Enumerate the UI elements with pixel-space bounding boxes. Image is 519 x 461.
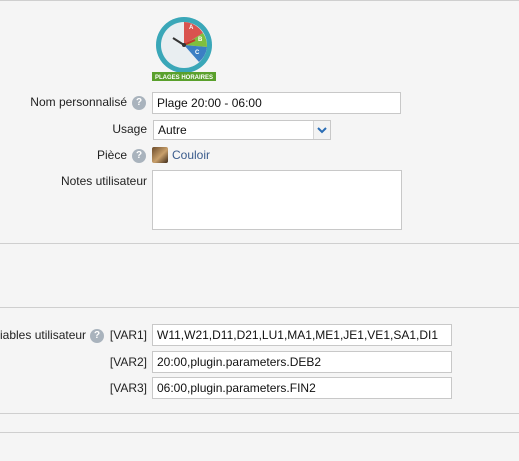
- usage-label: Usage: [112, 122, 147, 136]
- svg-text:A: A: [189, 25, 194, 31]
- chevron-down-icon[interactable]: [313, 121, 330, 139]
- usage-select[interactable]: Autre: [153, 120, 331, 140]
- usage-selected-value: Autre: [158, 123, 187, 137]
- svg-text:C: C: [195, 50, 200, 56]
- room-label: Pièce: [96, 148, 127, 162]
- variables-help-icon[interactable]: ?: [90, 329, 104, 343]
- custom-name-input[interactable]: Plage 20:00 - 06:00: [152, 92, 401, 114]
- var2-input[interactable]: 20:00,plugin.parameters.DEB2: [152, 351, 452, 373]
- var1-key: [VAR1]: [109, 328, 147, 342]
- room-link[interactable]: Couloir: [172, 148, 210, 162]
- notes-label: Notes utilisateur: [60, 174, 147, 188]
- plugin-logo: A B C PLAGES HORAIRES: [151, 16, 217, 82]
- var3-key: [VAR3]: [109, 381, 147, 395]
- top-divider: [0, 0, 519, 1]
- svg-text:PLAGES HORAIRES: PLAGES HORAIRES: [155, 75, 213, 81]
- section-divider-1: [0, 243, 519, 244]
- notes-textarea[interactable]: [152, 170, 402, 230]
- section-divider-2: [0, 307, 519, 308]
- user-variables-label: iables utilisateur: [0, 328, 87, 342]
- room-help-icon[interactable]: ?: [132, 149, 146, 163]
- section-divider-3: [0, 413, 519, 414]
- custom-name-help-icon[interactable]: ?: [132, 96, 146, 110]
- var1-input[interactable]: W11,W21,D11,D21,LU1,MA1,ME1,JE1,VE1,SA1,…: [152, 324, 452, 346]
- var2-key: [VAR2]: [109, 355, 147, 369]
- custom-name-label: Nom personnalisé: [30, 95, 127, 109]
- room-photo-icon: [152, 147, 168, 163]
- section-divider-4: [0, 432, 519, 433]
- var3-input[interactable]: 06:00,plugin.parameters.FIN2: [152, 377, 452, 399]
- svg-text:B: B: [198, 37, 203, 43]
- clock-abc-icon: A B C PLAGES HORAIRES: [152, 17, 216, 81]
